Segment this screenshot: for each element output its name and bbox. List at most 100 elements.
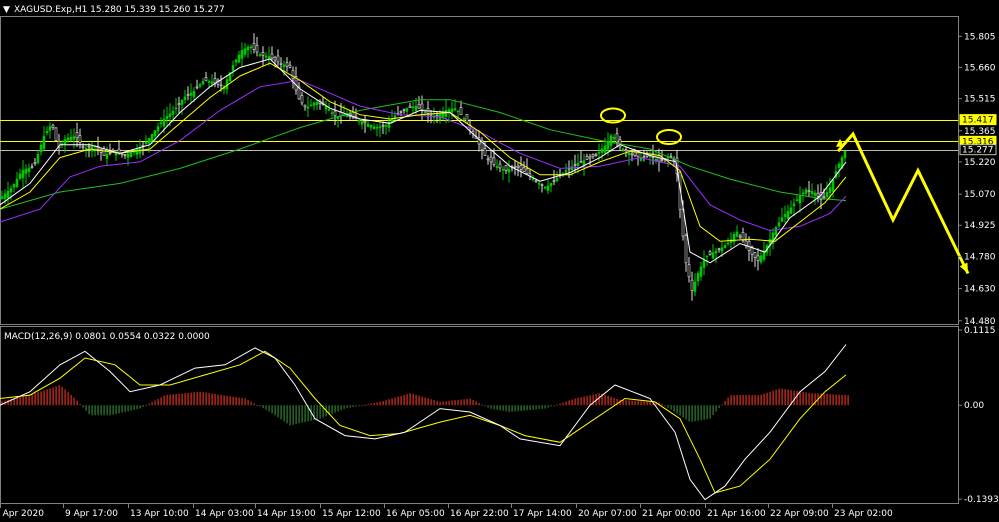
candle-body [384,125,388,127]
candle-body [24,168,28,174]
histogram-bar [205,392,207,406]
histogram-bar [424,397,426,406]
candle-body [186,94,190,96]
histogram-bar [25,395,27,406]
histogram-bar [376,402,378,406]
histogram-bar [355,405,357,407]
trading-chart[interactable]: ▼ XAGUSD.Exp,H1 15.280 15.339 15.260 15.… [0,0,999,522]
candle-body [267,56,271,60]
histogram-bar [379,401,381,406]
candle-body [576,162,580,166]
histogram-bar [304,405,306,423]
histogram-bar [19,396,21,406]
histogram-bar [685,405,687,420]
candle-body [486,158,490,161]
candle-body [177,103,181,105]
candle-body [519,165,523,170]
candle-body [786,211,790,219]
histogram-bar [361,405,363,407]
candle-body [513,165,517,168]
histogram-bar [496,405,498,410]
histogram-bar [256,405,258,406]
candle-body [777,222,781,227]
candle-body [291,70,295,79]
histogram-bar [532,405,534,410]
histogram-bar [418,395,420,406]
histogram-bar [556,404,558,406]
histogram-bar [646,401,648,406]
price-tick-label: 14.925 [964,221,996,231]
histogram-bar [412,394,414,406]
histogram-bar [589,395,591,406]
candle-body [144,141,148,144]
candle-body [450,108,454,113]
histogram-bar [538,405,540,410]
histogram-bar [286,405,288,424]
histogram-bar [55,386,57,406]
histogram-bar [487,405,489,408]
candle-body [279,62,283,65]
price-tick-label: 14.630 [964,285,996,295]
histogram-bar [73,397,75,406]
histogram-bar [232,396,234,406]
histogram-bar [94,405,96,416]
histogram-bar [316,405,318,420]
candle-body [207,81,211,83]
candle-body [588,156,592,159]
symbol-dropdown-icon[interactable]: ▼ [3,5,10,15]
histogram-bar [31,393,33,406]
histogram-bar [331,405,333,414]
histogram-bar [427,398,429,406]
candle-body [495,166,499,168]
histogram-bar [823,393,825,406]
candle-body [213,78,217,84]
histogram-bar [346,405,348,409]
histogram-bar [268,405,270,412]
candle-body [48,126,52,131]
histogram-bar [730,395,732,406]
candle-body [795,199,799,202]
price-tick-label: 14.780 [964,252,996,262]
histogram-bar [238,397,240,406]
main-panel-frame [0,16,959,325]
histogram-bar [661,403,663,406]
candle-body [804,189,808,194]
candle-body [165,116,169,120]
time-tick-label: 9 Apr 2020 [0,509,44,519]
candle-body [714,250,718,254]
histogram-bar [280,405,282,420]
histogram-bar [193,392,195,406]
candle-body [615,133,619,143]
candle-body [102,148,106,156]
candle-body [51,124,55,128]
histogram-bar [682,405,684,418]
histogram-bar [676,405,678,414]
candle-body [69,136,73,141]
candle-body [621,148,625,151]
histogram-bar [778,388,780,406]
histogram-bar [610,396,612,406]
candle-body [837,163,841,168]
price-tick-label: 15.070 [964,190,996,200]
histogram-bar [475,401,477,406]
candle-body [723,245,727,249]
histogram-bar [91,405,93,416]
candle-body [72,136,76,140]
histogram-bar [43,390,45,406]
histogram-bar [214,394,216,406]
candle-body [369,125,373,128]
histogram-bar [493,405,495,410]
candle-body [108,152,112,155]
histogram-bar [370,403,372,406]
histogram-bar [499,405,501,411]
histogram-bar [115,405,117,414]
candle-body [696,273,700,282]
candle-body [465,114,469,124]
histogram-bar [490,405,492,409]
candle-body [717,248,721,251]
histogram-bar [259,405,261,407]
candle-body [45,131,49,134]
histogram-bar [781,388,783,406]
candle-body [726,242,730,245]
histogram-bar [364,404,366,406]
